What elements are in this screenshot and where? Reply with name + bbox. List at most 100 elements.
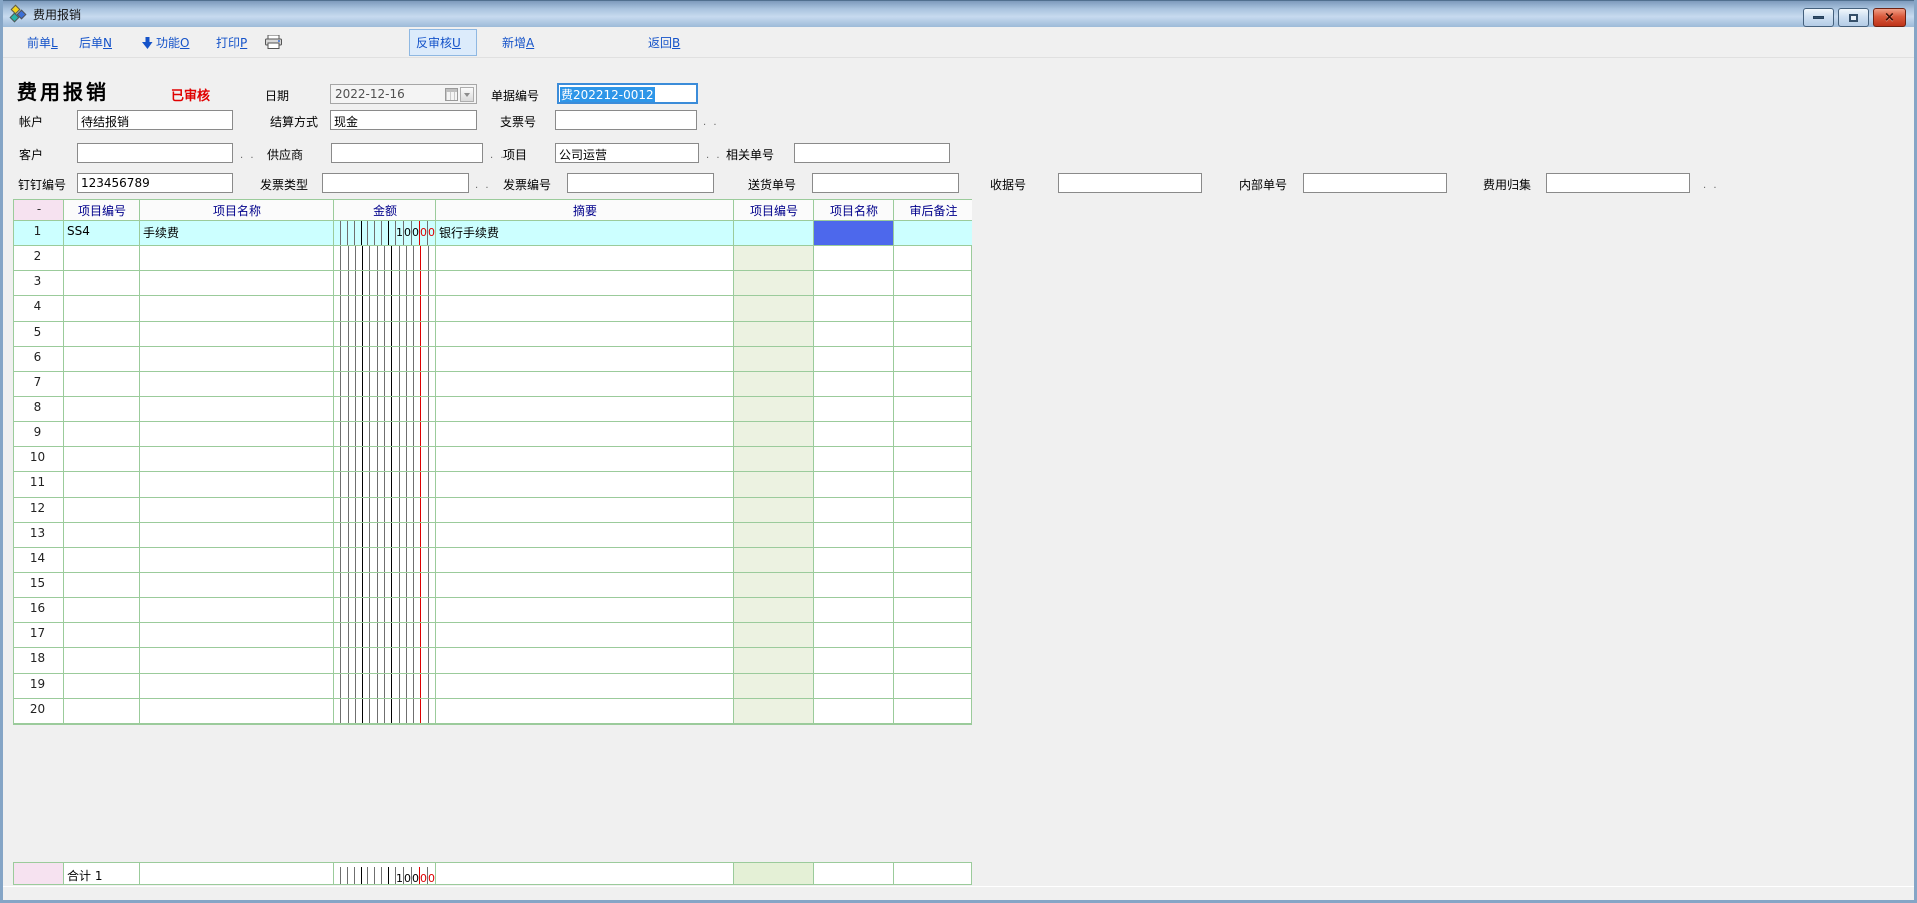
item-name-cell[interactable] xyxy=(140,498,334,523)
item-code2-cell[interactable] xyxy=(734,397,814,422)
printer-icon[interactable] xyxy=(265,35,282,52)
amount-cell[interactable] xyxy=(334,548,436,573)
item-code2-cell[interactable] xyxy=(734,296,814,321)
summary-cell[interactable] xyxy=(436,322,734,347)
invoice-no-input[interactable] xyxy=(567,173,714,193)
item-code-cell[interactable] xyxy=(64,573,140,598)
settlement-input[interactable]: 现金 xyxy=(330,110,477,130)
item-name-cell[interactable] xyxy=(140,598,334,623)
item-name-cell[interactable] xyxy=(140,623,334,648)
row-number[interactable]: 16 xyxy=(14,598,64,623)
item-name-cell[interactable] xyxy=(140,422,334,447)
check-no-browse[interactable]: . . xyxy=(703,117,719,128)
invoice-type-input[interactable] xyxy=(322,173,469,193)
item-code-cell[interactable] xyxy=(64,523,140,548)
review-note-cell[interactable] xyxy=(894,472,972,497)
print-button[interactable]: 打印P xyxy=(216,34,247,51)
row-number[interactable]: 9 xyxy=(14,422,64,447)
item-name2-cell[interactable] xyxy=(814,623,894,648)
row-number[interactable]: 20 xyxy=(14,699,64,724)
receipt-no-input[interactable] xyxy=(1058,173,1202,193)
amount-cell[interactable] xyxy=(334,422,436,447)
item-code2-cell[interactable] xyxy=(734,422,814,447)
item-code-cell[interactable] xyxy=(64,296,140,321)
review-note-cell[interactable] xyxy=(894,498,972,523)
item-code2-cell[interactable] xyxy=(734,699,814,724)
row-number[interactable]: 6 xyxy=(14,347,64,372)
item-name2-cell[interactable] xyxy=(814,347,894,372)
invoice-type-browse[interactable]: . . xyxy=(475,180,491,191)
expense-pool-input[interactable] xyxy=(1546,173,1690,193)
item-name2-cell[interactable] xyxy=(814,648,894,673)
item-code-cell[interactable] xyxy=(64,598,140,623)
amount-cell[interactable] xyxy=(334,246,436,271)
related-doc-input[interactable] xyxy=(794,143,950,163)
amount-cell[interactable] xyxy=(334,699,436,724)
item-name-cell[interactable] xyxy=(140,271,334,296)
row-number[interactable]: 5 xyxy=(14,322,64,347)
customer-input[interactable] xyxy=(77,143,233,163)
row-number[interactable]: 1 xyxy=(14,221,64,246)
item-code2-cell[interactable] xyxy=(734,523,814,548)
item-code-cell[interactable] xyxy=(64,548,140,573)
amount-cell[interactable] xyxy=(334,347,436,372)
item-name-cell[interactable]: 手续费 xyxy=(140,221,334,246)
amount-cell[interactable] xyxy=(334,322,436,347)
item-code2-cell[interactable] xyxy=(734,322,814,347)
item-name2-cell[interactable] xyxy=(814,397,894,422)
item-name2-cell[interactable] xyxy=(814,221,894,246)
expense-pool-browse[interactable]: . . xyxy=(1703,180,1719,191)
amount-cell[interactable]: 10000 xyxy=(334,221,436,246)
row-number[interactable]: 17 xyxy=(14,623,64,648)
summary-cell[interactable] xyxy=(436,699,734,724)
review-note-cell[interactable] xyxy=(894,548,972,573)
summary-cell[interactable] xyxy=(436,472,734,497)
item-name-cell[interactable] xyxy=(140,523,334,548)
supplier-input[interactable] xyxy=(331,143,483,163)
item-code2-cell[interactable] xyxy=(734,372,814,397)
row-number[interactable]: 15 xyxy=(14,573,64,598)
row-number[interactable]: 14 xyxy=(14,548,64,573)
item-name-cell[interactable] xyxy=(140,573,334,598)
review-note-cell[interactable] xyxy=(894,422,972,447)
item-name-cell[interactable] xyxy=(140,246,334,271)
row-number[interactable]: 7 xyxy=(14,372,64,397)
amount-cell[interactable] xyxy=(334,372,436,397)
item-code2-cell[interactable] xyxy=(734,447,814,472)
item-name2-cell[interactable] xyxy=(814,523,894,548)
project-input[interactable]: 公司运营 xyxy=(555,143,699,163)
item-code2-cell[interactable] xyxy=(734,648,814,673)
summary-cell[interactable] xyxy=(436,246,734,271)
summary-cell[interactable] xyxy=(436,598,734,623)
summary-cell[interactable] xyxy=(436,523,734,548)
row-number[interactable]: 12 xyxy=(14,498,64,523)
item-code-cell[interactable] xyxy=(64,472,140,497)
review-note-cell[interactable] xyxy=(894,648,972,673)
item-name2-cell[interactable] xyxy=(814,498,894,523)
item-code2-cell[interactable] xyxy=(734,347,814,372)
item-name2-cell[interactable] xyxy=(814,548,894,573)
prev-doc-button[interactable]: 前单L xyxy=(27,34,58,51)
item-name2-cell[interactable] xyxy=(814,372,894,397)
amount-cell[interactable] xyxy=(334,271,436,296)
item-name2-cell[interactable] xyxy=(814,472,894,497)
review-note-cell[interactable] xyxy=(894,699,972,724)
summary-cell[interactable] xyxy=(436,498,734,523)
customer-browse[interactable]: . . xyxy=(240,150,256,161)
item-name-cell[interactable] xyxy=(140,447,334,472)
amount-cell[interactable] xyxy=(334,397,436,422)
item-name2-cell[interactable] xyxy=(814,674,894,699)
item-code-cell[interactable] xyxy=(64,623,140,648)
item-code-cell[interactable] xyxy=(64,271,140,296)
item-code-cell[interactable] xyxy=(64,674,140,699)
close-button[interactable]: × xyxy=(1873,8,1906,27)
review-note-cell[interactable] xyxy=(894,221,972,246)
summary-cell[interactable] xyxy=(436,623,734,648)
item-code-cell[interactable] xyxy=(64,699,140,724)
summary-cell[interactable] xyxy=(436,397,734,422)
item-code-cell[interactable] xyxy=(64,422,140,447)
return-button[interactable]: 返回B xyxy=(648,34,680,51)
review-note-cell[interactable] xyxy=(894,447,972,472)
item-name2-cell[interactable] xyxy=(814,296,894,321)
item-code-cell[interactable] xyxy=(64,347,140,372)
